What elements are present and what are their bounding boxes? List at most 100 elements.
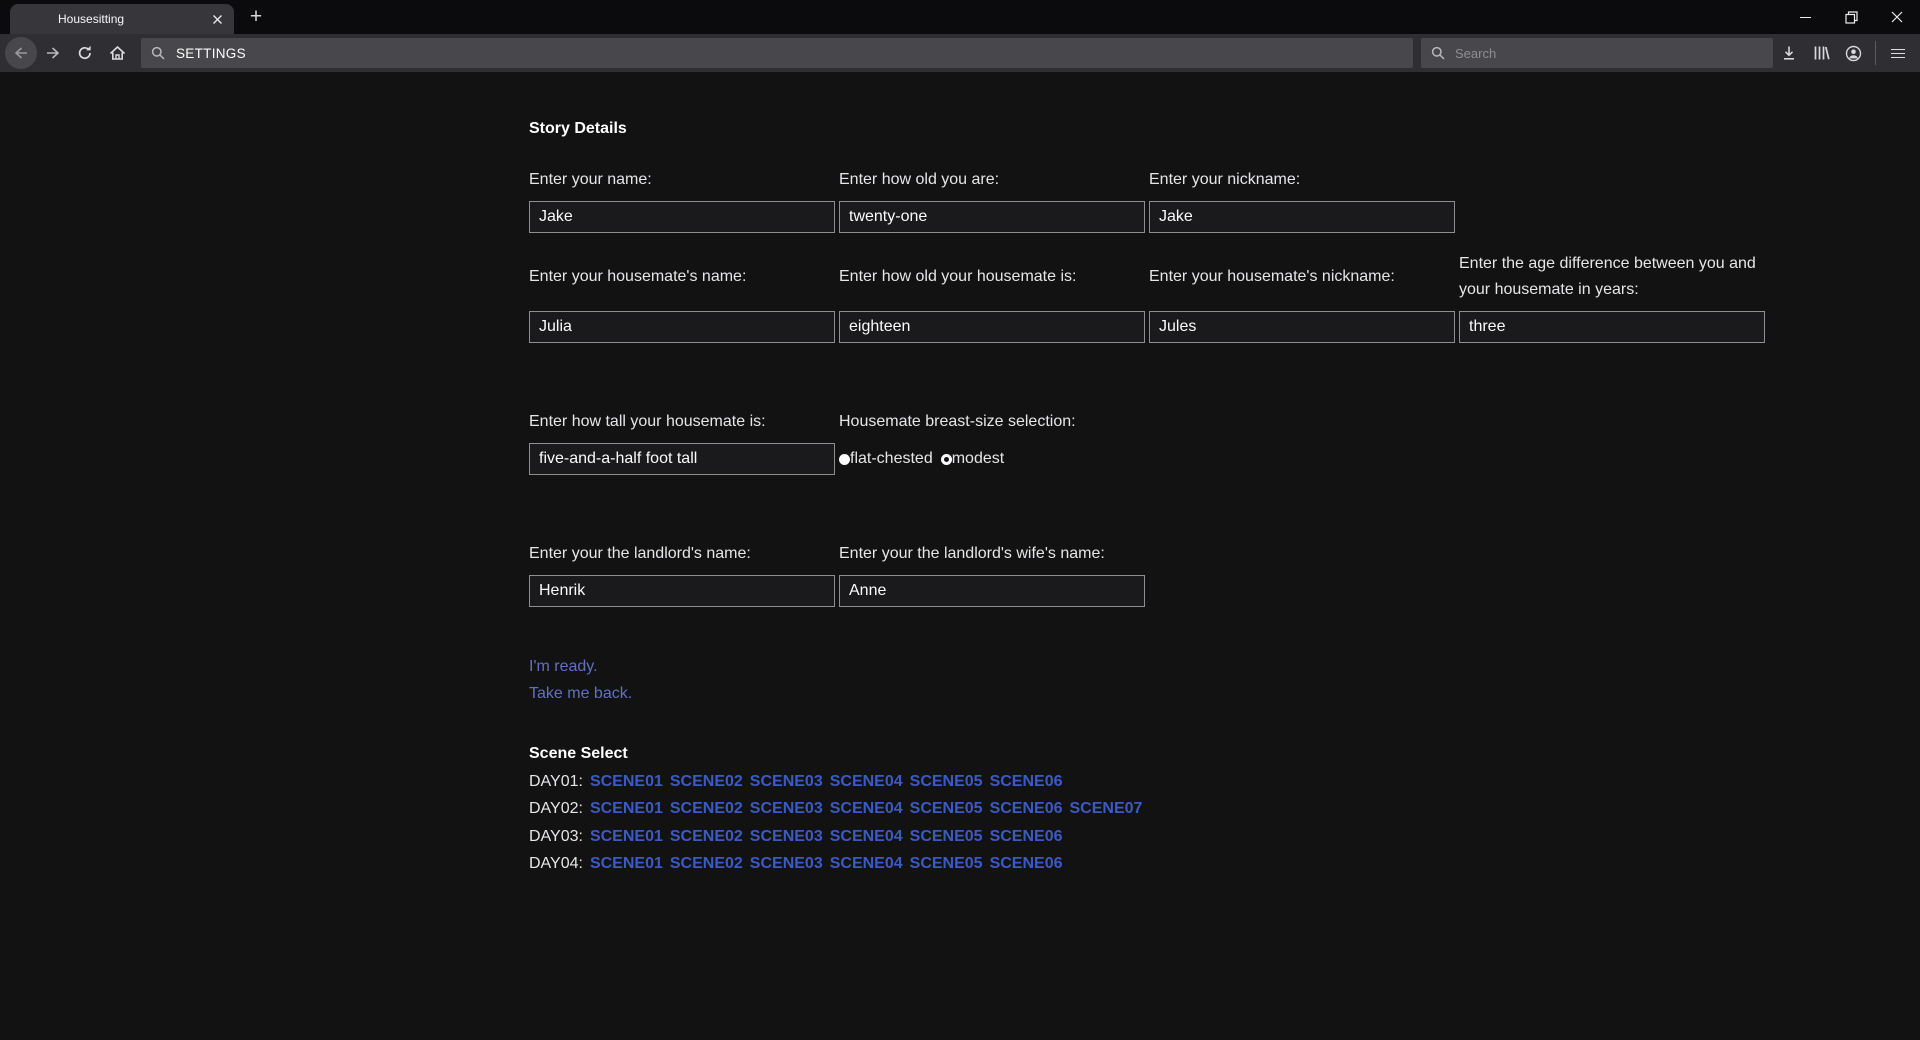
scene-select-heading: Scene Select	[529, 740, 1920, 768]
close-icon	[1891, 11, 1903, 23]
scene-link[interactable]: SCENE01	[590, 828, 663, 845]
housemate-name-input[interactable]	[529, 311, 835, 343]
url-input[interactable]	[174, 45, 1403, 62]
day01-row: DAY01:SCENE01SCENE02SCENE03SCENE04SCENE0…	[529, 768, 1920, 796]
scene-link[interactable]: SCENE02	[670, 773, 743, 790]
search-bar[interactable]	[1421, 38, 1773, 68]
menu-icon	[1891, 46, 1905, 61]
scene-link[interactable]: SCENE03	[750, 773, 823, 790]
account-button[interactable]	[1837, 37, 1869, 69]
age-difference-label: Enter the age difference between you and…	[1459, 251, 1765, 303]
scene-link[interactable]: SCENE01	[590, 855, 663, 872]
url-bar[interactable]	[141, 38, 1413, 68]
your-age-label: Enter how old you are:	[839, 167, 1145, 193]
your-nickname-input[interactable]	[1149, 201, 1455, 233]
landlord-wife-name-label: Enter your the landlord's wife's name:	[839, 541, 1145, 567]
scene-link[interactable]: SCENE02	[670, 828, 743, 845]
home-icon	[109, 45, 126, 61]
restore-icon	[1845, 11, 1858, 24]
scene-link[interactable]: SCENE05	[910, 855, 983, 872]
your-age-input[interactable]	[839, 201, 1145, 233]
search-input[interactable]	[1453, 45, 1763, 62]
scene-link[interactable]: SCENE04	[830, 855, 903, 872]
form-row-4-inputs	[529, 575, 1920, 607]
story-details-heading: Story Details	[529, 119, 1920, 138]
scene-link[interactable]: SCENE07	[1069, 800, 1142, 817]
scene-link[interactable]: SCENE04	[830, 773, 903, 790]
page-content: Story Details Enter your name: Enter how…	[0, 72, 1920, 878]
day02-label: DAY02:	[529, 800, 583, 817]
close-icon	[212, 14, 223, 25]
radio-option-label[interactable]: flat-chested	[850, 450, 933, 468]
minimize-button[interactable]	[1782, 0, 1828, 34]
back-icon	[5, 37, 37, 69]
day04-label: DAY04:	[529, 855, 583, 872]
form-row-2-labels: Enter your housemate's name: Enter how o…	[529, 251, 1920, 303]
search-icon	[151, 46, 165, 60]
scene-link[interactable]: SCENE06	[990, 773, 1063, 790]
scene-link[interactable]: SCENE01	[590, 773, 663, 790]
home-button[interactable]	[101, 37, 133, 69]
take-me-back-link[interactable]: Take me back.	[529, 680, 632, 707]
breast-size-label: Housemate breast-size selection:	[839, 409, 1145, 435]
scene-link[interactable]: SCENE03	[750, 800, 823, 817]
housemate-nickname-label: Enter your housemate's nickname:	[1149, 264, 1455, 290]
your-name-input[interactable]	[529, 201, 835, 233]
housemate-age-input[interactable]	[839, 311, 1145, 343]
housemate-nickname-input[interactable]	[1149, 311, 1455, 343]
tab-bar: Housesitting +	[0, 0, 1920, 34]
action-links: I'm ready. Take me back.	[529, 653, 1920, 707]
forward-button[interactable]	[37, 37, 69, 69]
scene-link[interactable]: SCENE01	[590, 800, 663, 817]
scene-link[interactable]: SCENE02	[670, 855, 743, 872]
reload-button[interactable]	[69, 37, 101, 69]
search-icon	[1431, 46, 1445, 60]
form-row-3-inputs: flat-chested modest	[529, 443, 1920, 475]
scene-link[interactable]: SCENE03	[750, 855, 823, 872]
back-button[interactable]	[5, 37, 37, 69]
menu-button[interactable]	[1882, 37, 1914, 69]
day03-row: DAY03:SCENE01SCENE02SCENE03SCENE04SCENE0…	[529, 823, 1920, 851]
radio-option-label[interactable]: modest	[952, 450, 1004, 468]
restore-button[interactable]	[1828, 0, 1874, 34]
form-row-3-labels: Enter how tall your housemate is: Housem…	[529, 409, 1920, 435]
reload-icon	[77, 45, 93, 61]
your-name-label: Enter your name:	[529, 167, 835, 193]
landlord-name-input[interactable]	[529, 575, 835, 607]
scene-link[interactable]: SCENE05	[910, 828, 983, 845]
radio-option-modest[interactable]: modest	[941, 450, 1004, 468]
radio-selected-icon[interactable]	[839, 454, 850, 465]
age-difference-input[interactable]	[1459, 311, 1765, 343]
close-window-button[interactable]	[1874, 0, 1920, 34]
housemate-height-label: Enter how tall your housemate is:	[529, 409, 835, 435]
form-row-1-labels: Enter your name: Enter how old you are: …	[529, 167, 1920, 193]
scene-link[interactable]: SCENE04	[830, 828, 903, 845]
forward-icon	[45, 46, 61, 60]
im-ready-link[interactable]: I'm ready.	[529, 653, 598, 680]
radio-unselected-icon[interactable]	[941, 454, 952, 465]
day04-row: DAY04: SCENE01 SCENE02 SCENE03 SCENE04 SCENE0…	[529, 850, 1920, 878]
housemate-name-label: Enter your housemate's name:	[529, 264, 835, 290]
scene-link[interactable]: SCENE04	[830, 800, 903, 817]
scene-link[interactable]: SCENE06	[990, 800, 1063, 817]
housemate-height-input[interactable]	[529, 443, 835, 475]
scene-link[interactable]: SCENE06	[990, 828, 1063, 845]
scene-link[interactable]: SCENE03	[750, 828, 823, 845]
scene-link[interactable]: SCENE05	[910, 800, 983, 817]
tab-title: Housesitting	[58, 12, 124, 26]
radio-option-flat-chested[interactable]: flat-chested	[839, 450, 933, 468]
form-row-1-inputs	[529, 201, 1920, 233]
scene-link[interactable]: SCENE02	[670, 800, 743, 817]
new-tab-button[interactable]: +	[240, 2, 272, 32]
tab-housesitting[interactable]: Housesitting	[10, 4, 234, 34]
tab-close-button[interactable]	[206, 8, 228, 30]
scene-link[interactable]: SCENE06	[990, 855, 1063, 872]
breast-size-radio-group: flat-chested modest	[839, 443, 1145, 475]
scene-link[interactable]: SCENE05	[910, 773, 983, 790]
library-button[interactable]	[1805, 37, 1837, 69]
landlord-wife-name-input[interactable]	[839, 575, 1145, 607]
downloads-button[interactable]	[1773, 37, 1805, 69]
minimize-icon	[1800, 17, 1811, 18]
form-row-2-inputs	[529, 311, 1920, 343]
account-icon	[1845, 45, 1862, 62]
